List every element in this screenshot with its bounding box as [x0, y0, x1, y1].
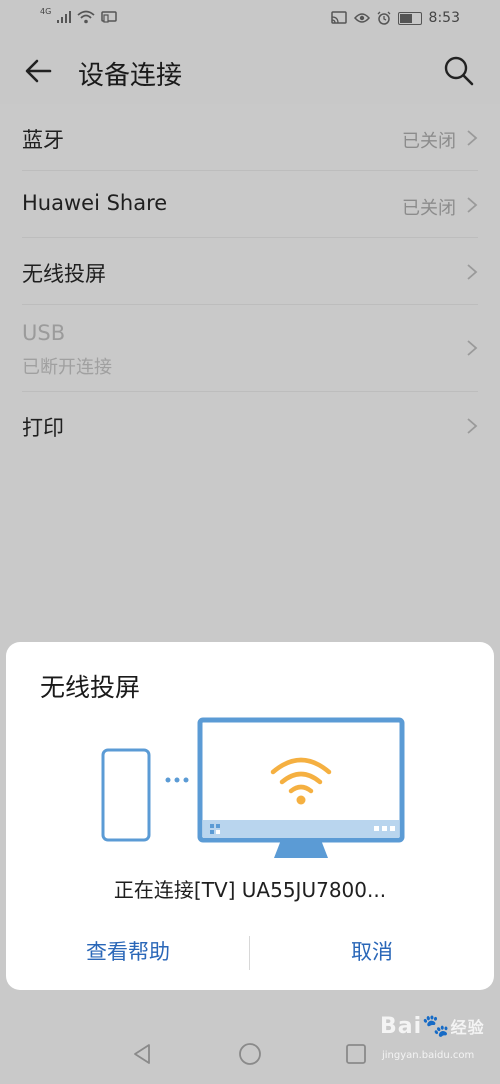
baidu-jingyan-watermark: Bai🐾经验 jingyan.baidu.com — [380, 1010, 490, 1070]
cell-signal-icon — [57, 11, 72, 23]
chevron-right-icon — [467, 418, 478, 434]
phone-to-tv-illustration — [101, 717, 405, 858]
connecting-dots-icon — [165, 777, 189, 783]
settings-item-label: USB — [22, 321, 66, 345]
settings-item-label: 无线投屏 — [22, 262, 106, 286]
chevron-right-icon — [467, 197, 478, 213]
settings-item-label: 蓝牙 — [22, 128, 64, 152]
search-icon[interactable] — [442, 54, 476, 88]
status-bar: 4G 8:53 — [0, 0, 500, 38]
battery-icon — [397, 11, 422, 25]
page-title: 设备连接 — [78, 61, 183, 91]
settings-item-bluetooth[interactable]: 蓝牙 已关闭 — [22, 104, 478, 171]
eye-comfort-icon — [353, 13, 370, 23]
settings-item-usb[interactable]: USB 已断开连接 — [22, 305, 478, 392]
watermark-brand: Bai🐾经验 — [380, 1014, 485, 1039]
status-time: 8:53 — [428, 10, 460, 26]
back-arrow-icon[interactable] — [22, 54, 56, 88]
settings-item-value: 已关闭 — [402, 198, 456, 219]
chevron-right-icon — [467, 264, 478, 280]
nav-recent-apps-icon[interactable] — [344, 1042, 368, 1066]
wifi-icon — [77, 10, 95, 24]
settings-item-wireless-projection[interactable]: 无线投屏 — [22, 238, 478, 305]
app-bar: 设备连接 — [0, 38, 500, 104]
dialog-title: 无线投屏 — [40, 673, 141, 702]
screen-mirror-icon — [101, 11, 118, 23]
settings-item-label: 打印 — [22, 416, 64, 440]
settings-item-label: Huawei Share — [22, 191, 168, 215]
nav-back-icon[interactable] — [130, 1042, 154, 1066]
nav-home-icon[interactable] — [238, 1042, 262, 1066]
settings-item-value: 已关闭 — [402, 131, 456, 152]
settings-list: 蓝牙 已关闭 Huawei Share 已关闭 无线投屏 USB 已断开连接 打… — [0, 104, 500, 458]
paw-icon: 🐾 — [422, 1014, 451, 1039]
wireless-projection-dialog: 无线投屏 正在连接[TV] UA55JU7800... 查看帮助 取消 — [6, 642, 494, 990]
status-left: 4G — [40, 6, 118, 24]
phone-icon — [101, 748, 151, 842]
alarm-icon — [377, 11, 391, 25]
settings-item-print[interactable]: 打印 — [22, 392, 478, 458]
settings-item-huawei-share[interactable]: Huawei Share 已关闭 — [22, 171, 478, 238]
cast-icon — [330, 11, 347, 24]
chevron-right-icon — [467, 340, 478, 356]
view-help-button[interactable]: 查看帮助 — [6, 932, 250, 972]
network-type-label: 4G — [40, 6, 52, 16]
settings-item-subtitle: 已断开连接 — [22, 357, 112, 378]
status-right: 8:53 — [330, 10, 460, 26]
watermark-site: jingyan.baidu.com — [382, 1050, 475, 1061]
connecting-status-text: 正在连接[TV] UA55JU7800... — [113, 878, 387, 902]
chevron-right-icon — [467, 130, 478, 146]
cancel-button[interactable]: 取消 — [250, 932, 494, 972]
